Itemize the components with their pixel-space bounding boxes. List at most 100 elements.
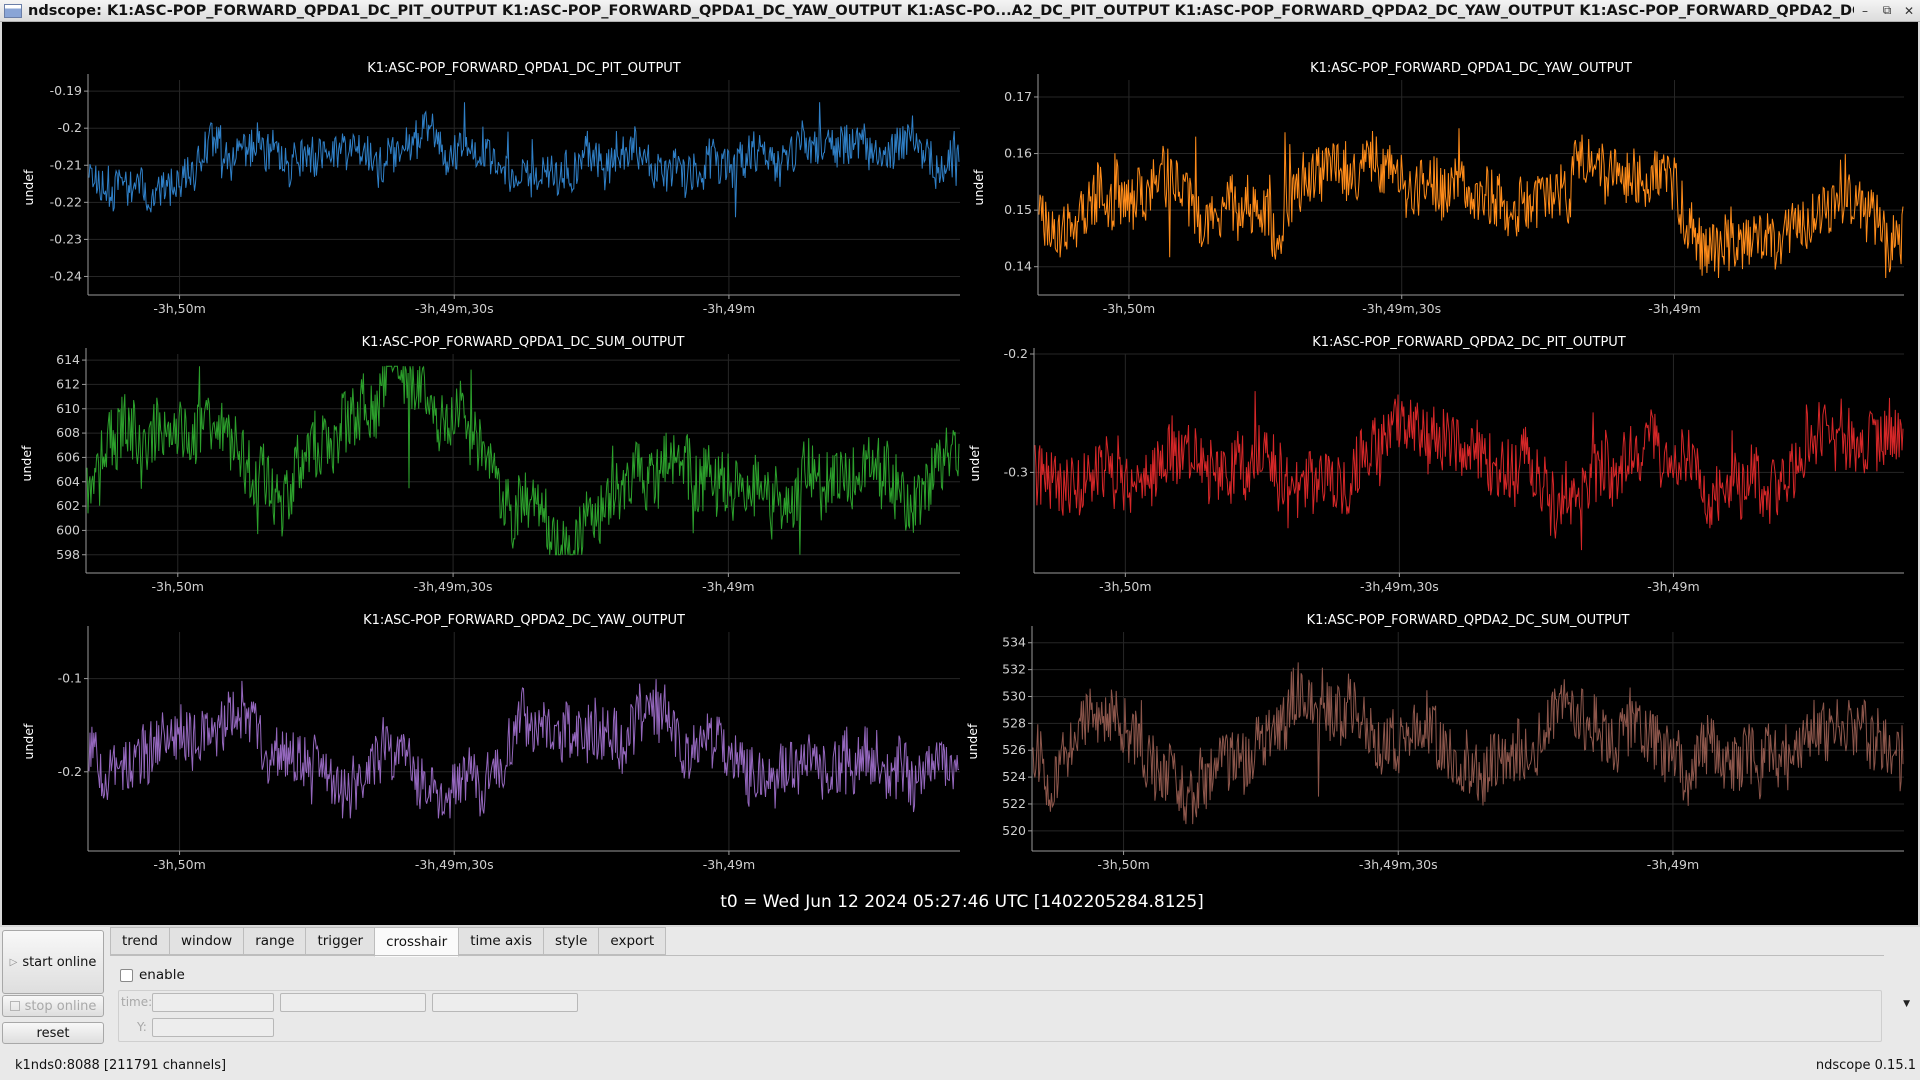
x-tick-label: -3h,50m [153,301,205,316]
plot-title: K1:ASC-POP_FORWARD_QPDA2_DC_SUM_OUTPUT [1307,613,1630,628]
crosshair-panel: enable time: Y: [110,955,1884,1047]
x-tick-label: -3h,49m,30s [415,857,494,872]
tab-style[interactable]: style [543,927,600,955]
series-line [86,365,960,556]
y-tick-label: 532 [1002,662,1026,677]
time-field-3[interactable] [432,993,578,1012]
y-tick-label: 0.14 [1004,259,1032,274]
series-line [88,102,960,218]
plot-title: K1:ASC-POP_FORWARD_QPDA1_DC_YAW_OUTPUT [1310,61,1632,76]
y-tick-label: 526 [1002,742,1026,757]
x-tick-label: -3h,49m [703,857,755,872]
x-tick-label: -3h,49m,30s [415,301,494,316]
stop-online-label: stop online [24,998,97,1014]
x-tick-label: -3h,49m [703,301,755,316]
tab-trigger[interactable]: trigger [305,927,376,955]
tab-trend[interactable]: trend [110,927,170,955]
x-tick-label: -3h,49m [1647,857,1699,872]
plots-canvas[interactable]: K1:ASC-POP_FORWARD_QPDA1_DC_PIT_OUTPUT -0… [2,22,1918,927]
stop-icon [9,1001,20,1011]
y-axis-label: undef [967,445,982,481]
y-tick-label: 604 [56,474,80,489]
minimize-button[interactable]: – [1854,4,1876,18]
y-tick-label: -0.19 [50,83,82,98]
x-tick-label: -3h,49m,30s [1360,579,1439,594]
y-tick-label: 598 [56,547,80,562]
y-tick-label: -0.21 [50,157,82,172]
y-tick-label: 528 [1002,715,1026,730]
tab-range[interactable]: range [243,927,307,955]
y-tick-label: 0.15 [1004,202,1032,217]
y-tick-label: 600 [56,522,80,537]
title-bar: ndscope: K1:ASC-POP_FORWARD_QPDA1_DC_PIT… [0,0,1920,22]
plot-title: K1:ASC-POP_FORWARD_QPDA1_DC_SUM_OUTPUT [362,335,685,350]
y-field[interactable] [152,1018,274,1037]
y-tick-label: 614 [56,352,80,367]
y-tick-label: 0.16 [1004,146,1032,161]
y-tick-label: 534 [1002,635,1026,650]
x-tick-label: -3h,50m [153,857,205,872]
enable-checkbox[interactable] [120,968,133,982]
reset-label: reset [36,1025,70,1041]
y-tick-label: -0.3 [1004,464,1028,479]
x-tick-label: -3h,49m [1647,579,1699,594]
x-tick-label: -3h,49m,30s [1362,301,1441,316]
series-line [1032,662,1904,825]
y-axis-label: undef [971,169,986,205]
x-tick-label: -3h,49m,30s [414,579,493,594]
version-label: ndscope 0.15.1 [1815,1058,1916,1073]
y-tick-label: 608 [56,425,80,440]
tab-window[interactable]: window [168,927,245,955]
time-field-1[interactable] [152,993,274,1012]
play-icon: ▷ [9,956,18,968]
y-tick-label: -0.22 [50,194,82,209]
x-tick-label: -3h,50m [1099,579,1151,594]
y-label: Y: [137,1020,147,1034]
server-status: k1nds0:8088 [211791 channels] [15,1058,227,1073]
x-tick-label: -3h,50m [1097,857,1149,872]
start-online-label: start online [22,954,97,970]
y-tick-label: -0.23 [50,231,82,246]
restore-button[interactable]: ⧉ [1876,3,1898,18]
y-tick-label: 524 [1002,769,1026,784]
tab-export[interactable]: export [598,927,667,955]
x-tick-label: -3h,49m,30s [1359,857,1438,872]
tab-time-axis[interactable]: time axis [458,927,545,955]
time-field-2[interactable] [280,993,426,1012]
y-tick-label: 602 [56,498,80,513]
t0-label: t0 = Wed Jun 12 2024 05:27:46 UTC [14022… [720,892,1204,912]
stop-online-button[interactable]: stop online [2,995,104,1017]
plot-title: K1:ASC-POP_FORWARD_QPDA2_DC_PIT_OUTPUT [1312,335,1626,350]
y-tick-label: -0.2 [1004,346,1028,361]
y-tick-label: 612 [56,376,80,391]
start-online-button[interactable]: ▷ start online [2,930,104,994]
y-axis-label: undef [965,723,980,759]
y-tick-label: -0.2 [58,764,82,779]
chevron-down-icon[interactable]: ▼ [1903,999,1910,1009]
tab-crosshair[interactable]: crosshair [374,927,460,957]
y-tick-label: 610 [56,401,80,416]
series-line [1034,391,1904,551]
plot-area[interactable]: K1:ASC-POP_FORWARD_QPDA1_DC_PIT_OUTPUT -0… [0,22,1920,927]
tab-bar: trend window range trigger crosshair tim… [110,927,667,957]
y-tick-label: 0.17 [1004,89,1032,104]
time-label: time: [121,995,153,1009]
series-line [1038,128,1904,279]
window-title: ndscope: K1:ASC-POP_FORWARD_QPDA1_DC_PIT… [28,2,1854,19]
status-bar: k1nds0:8088 [211791 channels] ndscope 0.… [0,1049,1920,1080]
y-axis-label: undef [19,445,34,481]
control-panel: ▷ start online stop online reset trend w… [0,927,1920,1049]
x-tick-label: -3h,49m [702,579,754,594]
y-tick-label: 530 [1002,688,1026,703]
close-button[interactable]: ✕ [1898,4,1920,18]
reset-button[interactable]: reset [2,1022,104,1044]
enable-crosshair-row[interactable]: enable [120,967,185,983]
y-tick-label: 606 [56,449,80,464]
x-tick-label: -3h,50m [1103,301,1155,316]
y-tick-label: 520 [1002,823,1026,838]
plot-title: K1:ASC-POP_FORWARD_QPDA1_DC_PIT_OUTPUT [367,61,681,76]
app-icon [4,3,22,18]
plot-title: K1:ASC-POP_FORWARD_QPDA2_DC_YAW_OUTPUT [363,613,685,628]
y-tick-label: -0.1 [58,671,82,686]
y-tick-label: 522 [1002,796,1026,811]
